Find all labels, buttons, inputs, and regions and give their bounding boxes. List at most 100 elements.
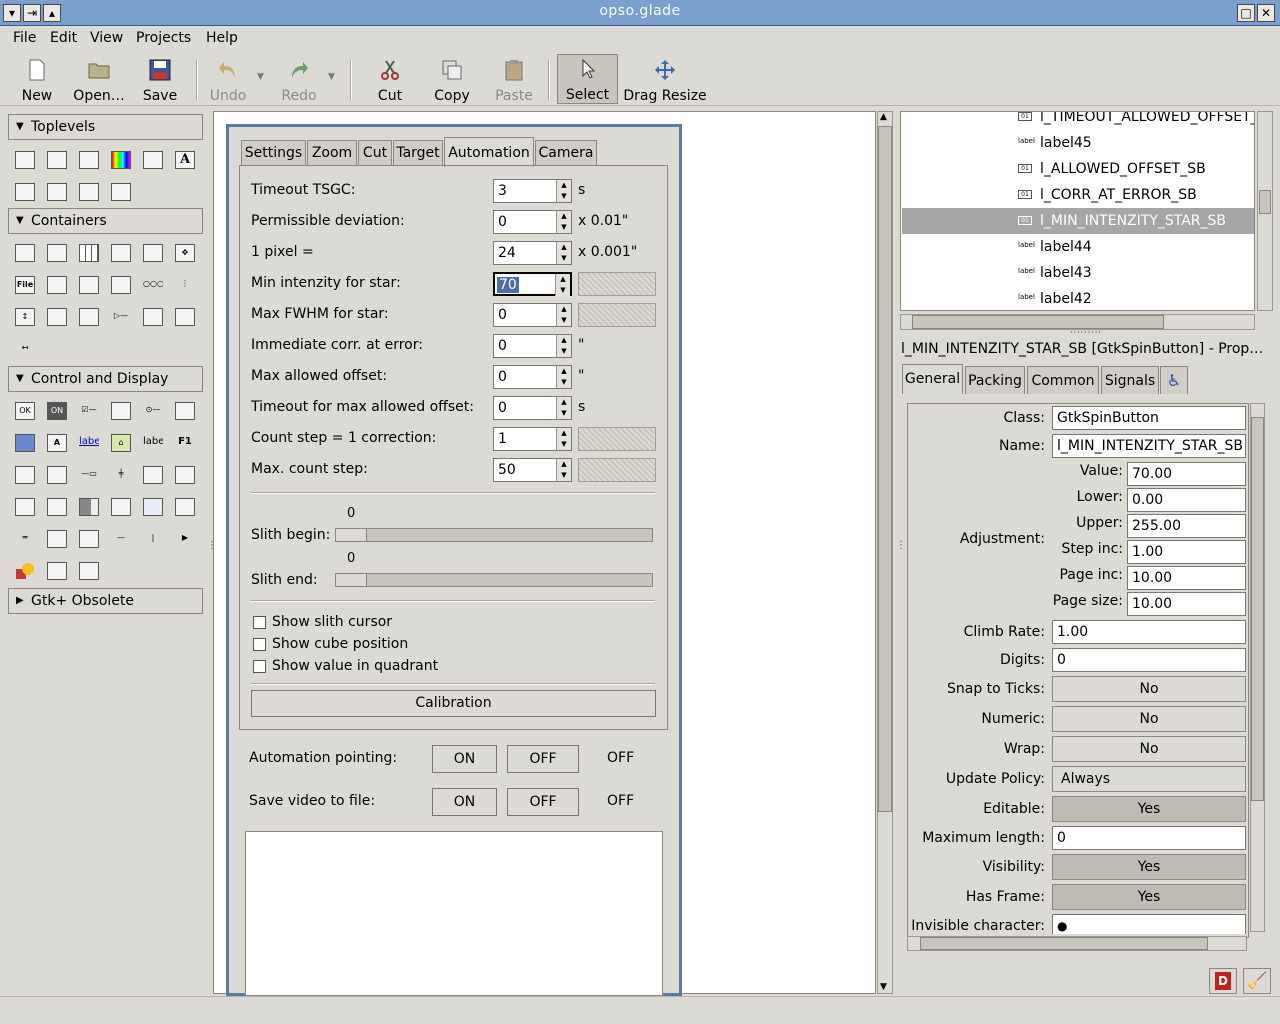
spin-value[interactable]: 0: [498, 307, 507, 323]
save-video-off-button[interactable]: OFF: [507, 788, 579, 816]
menu-bar-icon[interactable]: File: [15, 276, 35, 294]
save-button[interactable]: Save: [136, 56, 184, 104]
text-view-icon[interactable]: [47, 466, 67, 484]
timeout-tsgc-spin[interactable]: 3 ▲ ▼: [493, 179, 572, 203]
update-policy-combo[interactable]: Always: [1052, 766, 1246, 792]
tree-item[interactable]: label label45: [902, 130, 1254, 156]
vbox-icon[interactable]: [47, 244, 67, 262]
max-allowed-offset-spin[interactable]: 0 ▲ ▼: [493, 365, 572, 389]
calibration-button[interactable]: Calibration: [251, 690, 656, 717]
color-selection-icon[interactable]: [111, 151, 131, 169]
adj-step-field[interactable]: 1.00: [1127, 540, 1246, 564]
menu-projects[interactable]: Projects: [136, 30, 191, 46]
accel-label-icon[interactable]: F1: [175, 434, 195, 452]
adj-page-inc-field[interactable]: 10.00: [1127, 566, 1246, 590]
about-dialog-icon[interactable]: [79, 151, 99, 169]
check-button-icon[interactable]: ☑—: [79, 402, 99, 420]
paste-button[interactable]: Paste: [490, 56, 538, 104]
immediate-corr-spin[interactable]: 0 ▲ ▼: [493, 334, 572, 358]
spin-value[interactable]: 70: [497, 277, 519, 293]
spin-arrows-icon[interactable]: ▲ ▼: [556, 242, 571, 264]
tab-packing[interactable]: Packing: [965, 366, 1025, 394]
class-field[interactable]: GtkSpinButton: [1052, 406, 1246, 430]
tab-common[interactable]: Common: [1027, 366, 1099, 394]
menu-widget-icon[interactable]: [79, 530, 99, 548]
spin-value[interactable]: 0: [498, 400, 507, 416]
snap-ticks-toggle[interactable]: No: [1052, 676, 1246, 702]
devhelp-button[interactable]: D: [1209, 968, 1237, 994]
redo-button[interactable]: Redo: [274, 56, 324, 104]
spin-value[interactable]: 0: [498, 338, 507, 354]
image-widget-icon[interactable]: ⌂: [111, 434, 131, 452]
tree-item[interactable]: 01 l_ALLOWED_OFFSET_SB: [902, 156, 1254, 182]
dialog-widget-icon[interactable]: [47, 151, 67, 169]
copy-button[interactable]: Copy: [428, 56, 476, 104]
scrolled-window-icon[interactable]: [47, 308, 67, 326]
placeholder-slot[interactable]: [578, 427, 656, 451]
spin-value[interactable]: 1: [498, 431, 507, 447]
tab-zoom[interactable]: Zoom: [307, 140, 357, 166]
log-text-view[interactable]: [245, 831, 663, 996]
spin-value[interactable]: 50: [498, 462, 516, 478]
assistant-icon[interactable]: [111, 183, 131, 201]
alignment-icon[interactable]: [143, 308, 163, 326]
visibility-toggle[interactable]: Yes: [1052, 854, 1246, 880]
table-icon[interactable]: [79, 244, 99, 262]
spin-value[interactable]: 0: [498, 214, 507, 230]
vertical-separator-icon[interactable]: |: [143, 530, 163, 548]
new-button[interactable]: New: [12, 56, 62, 104]
file-chooser-button-icon[interactable]: [175, 402, 195, 420]
drag-resize-button[interactable]: Drag Resize: [622, 56, 708, 104]
calendar-icon[interactable]: [47, 530, 67, 548]
pixel-spin[interactable]: 24 ▲ ▼: [493, 241, 572, 265]
spin-arrows-icon[interactable]: ▲ ▼: [556, 304, 571, 326]
tab-settings[interactable]: Settings: [241, 140, 306, 166]
hbox-icon[interactable]: [15, 244, 35, 262]
spin-arrows-icon[interactable]: ▲ ▼: [556, 211, 571, 233]
slider-knob[interactable]: [336, 529, 367, 541]
automation-off-button[interactable]: OFF: [507, 745, 579, 773]
min-intenzity-spin[interactable]: 70 ▲ ▼: [493, 272, 572, 296]
props-hscroll-thumb[interactable]: [920, 937, 1208, 950]
entry-widget-icon[interactable]: [15, 466, 35, 484]
handle-box-icon[interactable]: ↤: [15, 340, 35, 358]
wrap-toggle[interactable]: No: [1052, 736, 1246, 762]
show-cube-position-label[interactable]: Show cube position: [272, 636, 408, 652]
vscale-icon[interactable]: ╪: [111, 466, 131, 484]
spin-value[interactable]: 3: [498, 183, 507, 199]
tree-hscroll-thumb[interactable]: [912, 315, 1164, 329]
print-dialog-icon[interactable]: [79, 562, 99, 580]
expander-icon[interactable]: ▷—: [111, 308, 131, 326]
tab-signals[interactable]: Signals: [1101, 366, 1159, 394]
menu-edit[interactable]: Edit: [50, 30, 77, 46]
tree-view-icon[interactable]: [111, 498, 131, 516]
count-step-spin[interactable]: 1 ▲ ▼: [493, 427, 572, 451]
spin-value[interactable]: 0: [498, 369, 507, 385]
permissible-deviation-spin[interactable]: 0 ▲ ▼: [493, 210, 572, 234]
tree-item[interactable]: label label42: [902, 286, 1254, 310]
undo-dropdown-icon[interactable]: ▼: [257, 72, 264, 82]
placeholder-slot[interactable]: [578, 458, 656, 482]
spin-arrows-icon[interactable]: ▲ ▼: [556, 366, 571, 388]
font-selection-icon[interactable]: A: [175, 151, 195, 169]
palette-group-containers[interactable]: ▼ Containers: [8, 208, 203, 234]
icon-view-icon[interactable]: [143, 498, 163, 516]
max-length-field[interactable]: 0: [1052, 826, 1246, 850]
fixed-icon[interactable]: ✥: [175, 244, 195, 262]
widget-tree[interactable]: 01 l_TIMEOUT_ALLOWED_OFFSET_ label label45…: [900, 111, 1255, 311]
tab-cut[interactable]: Cut: [358, 140, 392, 166]
tree-item-selected[interactable]: 01 l_MIN_INTENZITY_STAR_SB: [902, 208, 1254, 234]
invisible-char-field[interactable]: ●: [1052, 914, 1246, 934]
hscrollbar-icon[interactable]: [143, 466, 163, 484]
adj-page-size-field[interactable]: 10.00: [1127, 592, 1246, 616]
event-box-icon[interactable]: [175, 308, 195, 326]
undo-button[interactable]: Undo: [202, 56, 254, 104]
save-video-on-button[interactable]: ON: [432, 788, 497, 816]
spin-arrows-icon[interactable]: ▲ ▼: [555, 274, 570, 296]
adj-lower-field[interactable]: 0.00: [1127, 488, 1246, 512]
tab-camera[interactable]: Camera: [535, 140, 597, 166]
close-button[interactable]: ✕: [1257, 4, 1275, 22]
spin-arrows-icon[interactable]: ▲ ▼: [556, 428, 571, 450]
placeholder-slot[interactable]: [578, 303, 656, 327]
file-chooser-dialog-icon[interactable]: [143, 151, 163, 169]
